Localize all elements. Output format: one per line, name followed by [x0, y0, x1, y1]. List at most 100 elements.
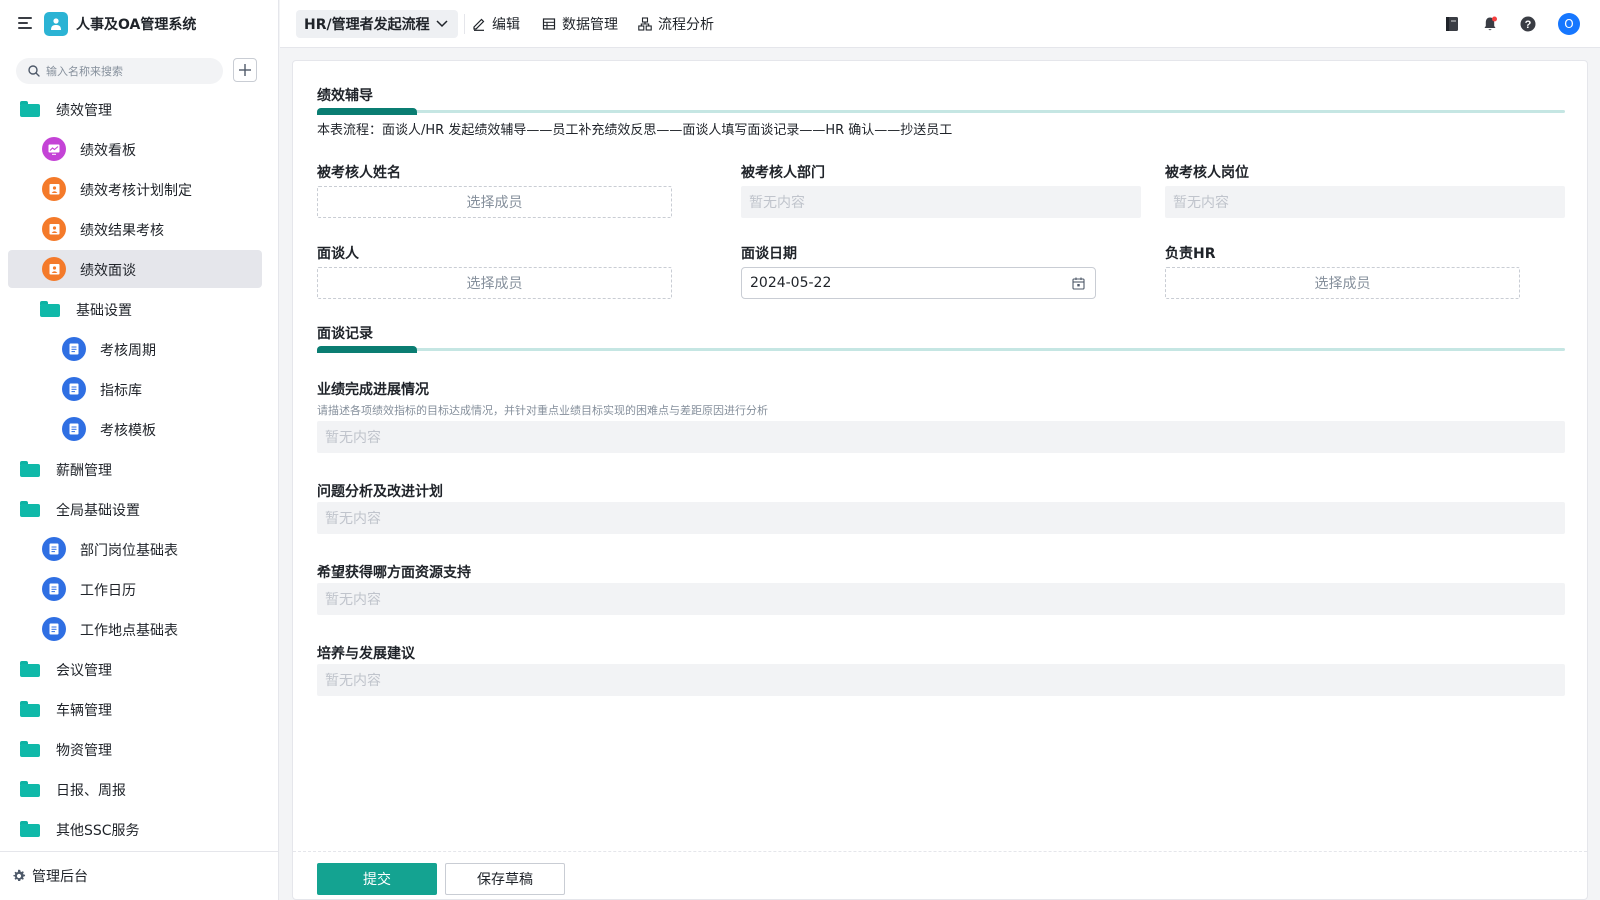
sidebar-item-label: 考核周期	[100, 343, 156, 359]
top-toolbar: HR/管理者发起流程 编辑 数据管理 流程分析 ? O	[280, 0, 1600, 48]
employee-name-picker[interactable]: 选择成员	[317, 186, 672, 218]
sidebar-item[interactable]: 基础设置	[8, 290, 262, 328]
employee-name-label: 被考核人姓名	[317, 165, 401, 181]
interviewer-label: 面谈人	[317, 246, 359, 262]
position-value: 暂无内容	[1165, 186, 1565, 218]
hr-label: 负责HR	[1165, 246, 1216, 262]
development-label: 培养与发展建议	[317, 646, 415, 662]
department-label: 被考核人部门	[741, 165, 825, 181]
support-label: 希望获得哪方面资源支持	[317, 565, 471, 581]
sidebar-item[interactable]: 工作地点基础表	[8, 610, 262, 648]
interview-date-value: 2024-05-22	[750, 275, 832, 291]
submit-button[interactable]: 提交	[317, 863, 437, 895]
sidebar-item-label: 车辆管理	[56, 703, 112, 719]
sidebar-item-label: 绩效结果考核	[80, 223, 164, 239]
notebook-icon[interactable]	[1442, 14, 1462, 34]
sidebar-item-label: 绩效面谈	[80, 263, 136, 279]
sidebar-item-label: 绩效管理	[56, 103, 112, 119]
menu-toggle-icon[interactable]	[18, 17, 32, 29]
flow-description: 本表流程：面谈人/HR 发起绩效辅导——员工补充绩效反思——面谈人填写面谈记录—…	[317, 123, 953, 138]
form-icon	[42, 177, 66, 201]
sidebar-item[interactable]: 日报、周报	[8, 770, 262, 808]
edit-button[interactable]: 编辑	[472, 14, 520, 34]
admin-console-link[interactable]: 管理后台	[0, 851, 279, 900]
sidebar-item[interactable]: 绩效面谈	[8, 250, 262, 288]
data-management-button[interactable]: 数据管理	[542, 14, 618, 34]
sidebar-item[interactable]: 考核模板	[8, 410, 262, 448]
hr-picker[interactable]: 选择成员	[1165, 267, 1520, 299]
sidebar-item[interactable]: 工作日历	[8, 570, 262, 608]
sidebar-item-label: 绩效看板	[80, 143, 136, 159]
flow-selector-dropdown[interactable]: HR/管理者发起流程	[296, 10, 458, 38]
form-icon	[42, 257, 66, 281]
table-icon	[542, 18, 556, 30]
edit-label: 编辑	[492, 17, 520, 33]
folder-icon	[20, 661, 40, 677]
sidebar-item[interactable]: 绩效管理	[8, 90, 262, 128]
sidebar-item-label: 日报、周报	[56, 783, 126, 799]
search-input[interactable]: 输入名称来搜索	[16, 58, 223, 84]
gear-icon	[13, 869, 26, 881]
sidebar-item-label: 基础设置	[76, 303, 132, 319]
sidebar-item-label: 工作日历	[80, 583, 136, 599]
add-button[interactable]	[233, 58, 257, 82]
development-value: 暂无内容	[317, 664, 1565, 696]
department-value: 暂无内容	[741, 186, 1141, 218]
sidebar-item[interactable]: 其他SSC服务	[8, 810, 262, 848]
footer-divider	[293, 851, 1587, 852]
progress-label: 业绩完成进展情况	[317, 382, 429, 398]
save-draft-button[interactable]: 保存草稿	[445, 863, 565, 895]
document-icon	[62, 417, 86, 441]
sidebar-item[interactable]: 考核周期	[8, 330, 262, 368]
flow-analysis-button[interactable]: 流程分析	[638, 14, 714, 34]
folder-icon	[20, 461, 40, 477]
analysis-value: 暂无内容	[317, 502, 1565, 534]
admin-console-label: 管理后台	[32, 869, 88, 885]
notification-bell-icon[interactable]	[1480, 14, 1500, 34]
sidebar-item-label: 绩效考核计划制定	[80, 183, 192, 199]
sidebar-item[interactable]: 绩效看板	[8, 130, 262, 168]
sidebar-item[interactable]: 薪酬管理	[8, 450, 262, 488]
interview-date-input[interactable]: 2024-05-22	[741, 267, 1096, 299]
search-placeholder: 输入名称来搜索	[46, 65, 123, 78]
section-divider	[317, 346, 1565, 353]
sidebar-item[interactable]: 绩效考核计划制定	[8, 170, 262, 208]
interviewer-picker[interactable]: 选择成员	[317, 267, 672, 299]
interview-date-label: 面谈日期	[741, 246, 797, 262]
user-avatar[interactable]: O	[1558, 13, 1580, 35]
document-icon	[62, 377, 86, 401]
data-management-label: 数据管理	[562, 17, 618, 33]
sidebar-item[interactable]: 物资管理	[8, 730, 262, 768]
folder-icon	[20, 501, 40, 517]
form-icon	[42, 217, 66, 241]
document-icon	[62, 337, 86, 361]
svg-text:?: ?	[1525, 19, 1532, 31]
sidebar-item[interactable]: 绩效结果考核	[8, 210, 262, 248]
sidebar-item[interactable]: 部门岗位基础表	[8, 530, 262, 568]
document-icon	[42, 577, 66, 601]
section-title-coaching: 绩效辅导	[317, 88, 373, 104]
toolbar-divider	[464, 14, 465, 34]
help-icon[interactable]: ?	[1518, 14, 1538, 34]
flow-selector-label: HR/管理者发起流程	[304, 17, 430, 33]
document-icon	[42, 617, 66, 641]
flow-analysis-label: 流程分析	[658, 17, 714, 33]
sidebar-item-label: 工作地点基础表	[80, 623, 178, 639]
folder-icon	[20, 741, 40, 757]
folder-icon	[20, 101, 40, 117]
flow-chart-icon	[638, 17, 652, 31]
progress-value: 暂无内容	[317, 421, 1565, 453]
sidebar-item-label: 部门岗位基础表	[80, 543, 178, 559]
sidebar-item[interactable]: 会议管理	[8, 650, 262, 688]
sidebar-item[interactable]: 车辆管理	[8, 690, 262, 728]
sidebar-item-label: 其他SSC服务	[56, 823, 140, 839]
sidebar-item[interactable]: 全局基础设置	[8, 490, 262, 528]
support-value: 暂无内容	[317, 583, 1565, 615]
progress-hint: 请描述各项绩效指标的目标达成情况，并针对重点业绩目标实现的困难点与差距原因进行分…	[317, 404, 768, 417]
sidebar-item-label: 考核模板	[100, 423, 156, 439]
sidebar-item[interactable]: 指标库	[8, 370, 262, 408]
section-divider	[317, 108, 1565, 115]
sidebar: 人事及OA管理系统 输入名称来搜索 绩效管理 绩效看板 绩效考核计划制定 绩效结果考核…	[0, 0, 279, 900]
dashboard-icon	[42, 137, 66, 161]
analysis-label: 问题分析及改进计划	[317, 484, 443, 500]
